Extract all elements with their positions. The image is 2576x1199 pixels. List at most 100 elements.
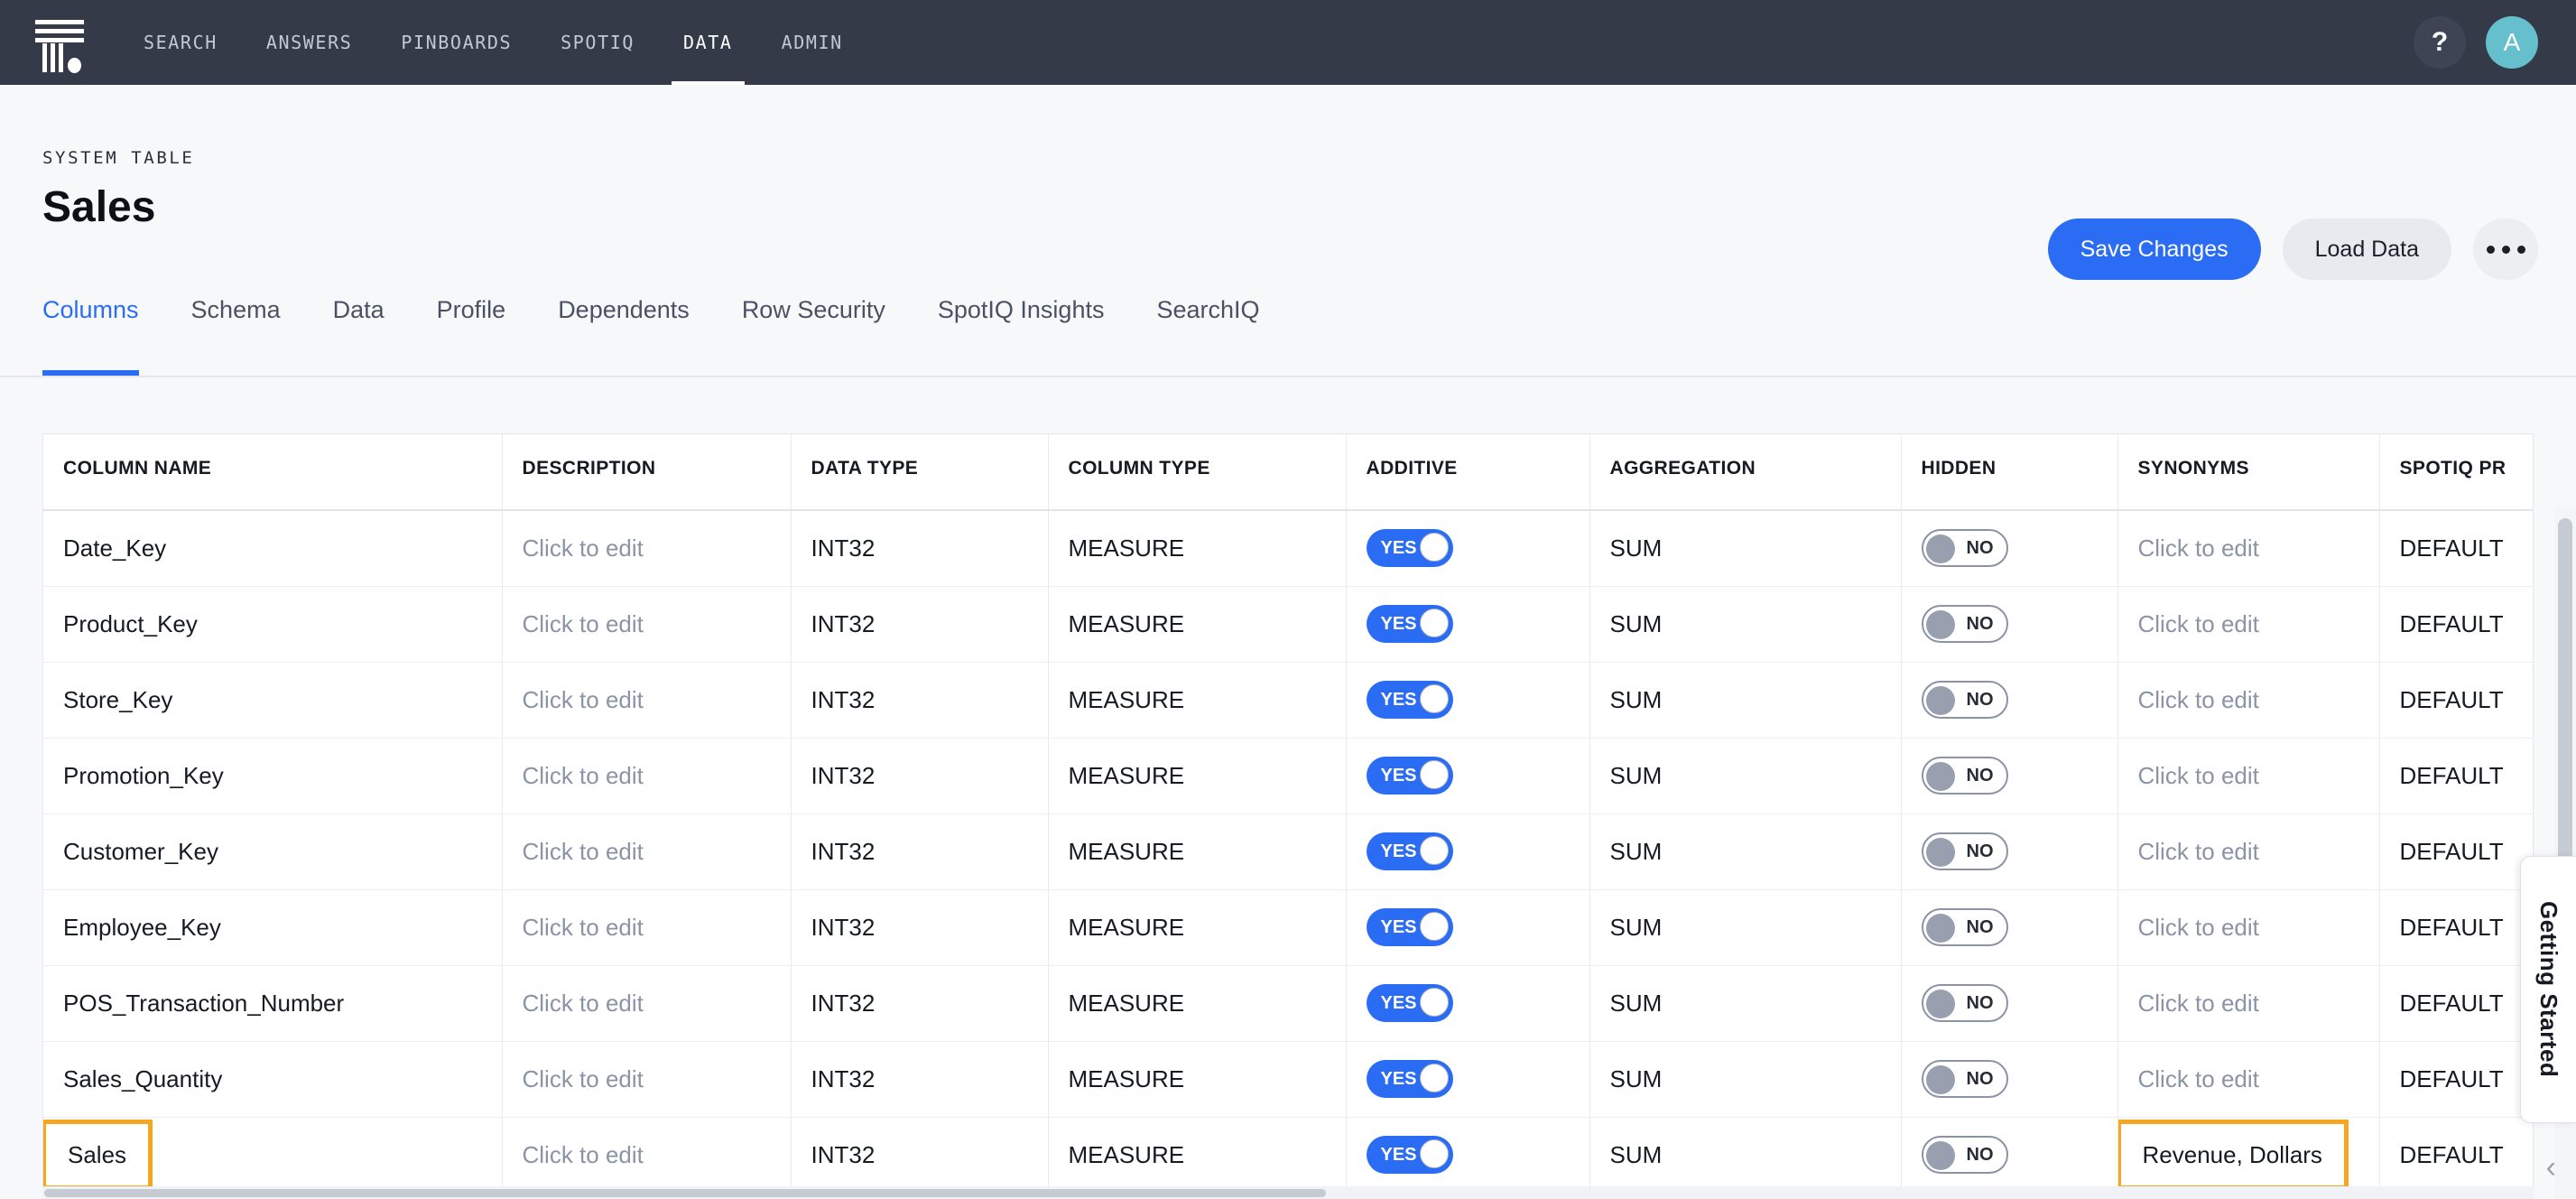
column-type-cell[interactable]: MEASURE — [1048, 965, 1347, 1042]
hidden-cell[interactable]: NO — [1901, 1041, 2118, 1118]
additive-cell[interactable]: YES — [1346, 813, 1590, 890]
hidden-cell[interactable]: NO — [1901, 889, 2118, 966]
synonyms-cell[interactable]: Click to edit — [2117, 662, 2380, 739]
synonyms-cell[interactable]: Click to edit — [2117, 510, 2380, 587]
synonyms-cell[interactable]: Click to edit — [2117, 586, 2380, 663]
column-type-cell[interactable]: MEASURE — [1048, 1117, 1347, 1194]
additive-toggle[interactable]: YES — [1366, 1136, 1453, 1174]
data-type-cell[interactable]: INT32 — [791, 813, 1049, 890]
aggregation-cell[interactable]: SUM — [1589, 813, 1902, 890]
tab-columns[interactable]: Columns — [42, 289, 164, 376]
synonyms-cell[interactable]: Click to edit — [2117, 889, 2380, 966]
description-cell[interactable]: Click to edit — [502, 586, 792, 663]
aggregation-cell[interactable]: SUM — [1589, 889, 1902, 966]
column-header-column-name[interactable]: COLUMN NAME — [43, 434, 503, 511]
additive-toggle[interactable]: YES — [1366, 757, 1453, 795]
column-name-cell[interactable]: Store_Key — [43, 662, 503, 739]
description-cell[interactable]: Click to edit — [502, 738, 792, 814]
table-row[interactable]: Sales Click to edit INT32 MEASURE YES SUM NO Re… — [43, 1117, 2533, 1194]
logo-container[interactable] — [0, 16, 119, 73]
data-type-cell[interactable]: INT32 — [791, 1041, 1049, 1118]
spotiq-preference-cell[interactable]: DEFAULT — [2379, 889, 2533, 966]
description-cell[interactable]: Click to edit — [502, 965, 792, 1042]
hidden-cell[interactable]: NO — [1901, 1117, 2118, 1194]
hidden-toggle[interactable]: NO — [1921, 832, 2008, 870]
hidden-cell[interactable]: NO — [1901, 965, 2118, 1042]
description-cell[interactable]: Click to edit — [502, 813, 792, 890]
hidden-cell[interactable]: NO — [1901, 738, 2118, 814]
synonyms-cell[interactable]: Click to edit — [2117, 813, 2380, 890]
column-type-cell[interactable]: MEASURE — [1048, 738, 1347, 814]
table-row[interactable]: Date_Key Click to edit INT32 MEASURE YES SUM N… — [43, 510, 2533, 587]
tab-row-security[interactable]: Row Security — [742, 289, 911, 376]
table-row[interactable]: Promotion_Key Click to edit INT32 MEASURE YE… — [43, 738, 2533, 814]
additive-toggle[interactable]: YES — [1366, 984, 1453, 1022]
hidden-cell[interactable]: NO — [1901, 662, 2118, 739]
column-header-spotiq-pr[interactable]: SPOTIQ PR — [2379, 434, 2533, 511]
column-type-cell[interactable]: MEASURE — [1048, 813, 1347, 890]
additive-cell[interactable]: YES — [1346, 738, 1590, 814]
description-cell[interactable]: Click to edit — [502, 1041, 792, 1118]
table-row[interactable]: Employee_Key Click to edit INT32 MEASURE YES… — [43, 889, 2533, 966]
additive-toggle[interactable]: YES — [1366, 832, 1453, 870]
description-cell[interactable]: Click to edit — [502, 510, 792, 587]
aggregation-cell[interactable]: SUM — [1589, 738, 1902, 814]
hidden-toggle[interactable]: NO — [1921, 984, 2008, 1022]
tab-searchiq[interactable]: SearchIQ — [1156, 289, 1284, 376]
save-changes-button[interactable]: Save Changes — [2047, 218, 2261, 280]
hidden-toggle[interactable]: NO — [1921, 1060, 2008, 1098]
nav-item-admin[interactable]: ADMIN — [757, 0, 867, 85]
additive-cell[interactable]: YES — [1346, 1117, 1590, 1194]
additive-toggle[interactable]: YES — [1366, 681, 1453, 719]
help-icon[interactable]: ? — [2414, 16, 2466, 69]
nav-item-spotiq[interactable]: SPOTIQ — [536, 0, 659, 85]
data-type-cell[interactable]: INT32 — [791, 510, 1049, 587]
spotiq-preference-cell[interactable]: DEFAULT — [2379, 1117, 2533, 1194]
tab-schema[interactable]: Schema — [191, 289, 306, 376]
description-cell[interactable]: Click to edit — [502, 889, 792, 966]
data-type-cell[interactable]: INT32 — [791, 738, 1049, 814]
table-row[interactable]: Sales_Quantity Click to edit INT32 MEASURE Y… — [43, 1041, 2533, 1118]
column-name-cell[interactable]: Employee_Key — [43, 889, 503, 966]
tab-profile[interactable]: Profile — [437, 289, 532, 376]
aggregation-cell[interactable]: SUM — [1589, 586, 1902, 663]
column-name-cell[interactable]: POS_Transaction_Number — [43, 965, 503, 1042]
spotiq-preference-cell[interactable]: DEFAULT — [2379, 510, 2533, 587]
nav-item-data[interactable]: DATA — [659, 0, 757, 85]
nav-item-pinboards[interactable]: PINBOARDS — [376, 0, 536, 85]
additive-cell[interactable]: YES — [1346, 889, 1590, 966]
aggregation-cell[interactable]: SUM — [1589, 1041, 1902, 1118]
data-type-cell[interactable]: INT32 — [791, 889, 1049, 966]
spotiq-preference-cell[interactable]: DEFAULT — [2379, 738, 2533, 814]
table-row[interactable]: POS_Transaction_Number Click to edit INT32… — [43, 965, 2533, 1042]
additive-cell[interactable]: YES — [1346, 510, 1590, 587]
column-name-cell[interactable]: Sales — [43, 1117, 503, 1194]
data-type-cell[interactable]: INT32 — [791, 586, 1049, 663]
tab-dependents[interactable]: Dependents — [558, 289, 715, 376]
data-type-cell[interactable]: INT32 — [791, 662, 1049, 739]
hidden-cell[interactable]: NO — [1901, 510, 2118, 587]
column-header-additive[interactable]: ADDITIVE — [1346, 434, 1590, 511]
data-type-cell[interactable]: INT32 — [791, 1117, 1049, 1194]
synonyms-cell[interactable]: Click to edit — [2117, 1041, 2380, 1118]
description-cell[interactable]: Click to edit — [502, 1117, 792, 1194]
column-name-cell[interactable]: Product_Key — [43, 586, 503, 663]
hidden-toggle[interactable]: NO — [1921, 529, 2008, 568]
hidden-toggle[interactable]: NO — [1921, 681, 2008, 719]
load-data-button[interactable]: Load Data — [2282, 218, 2451, 280]
column-type-cell[interactable]: MEASURE — [1048, 586, 1347, 663]
spotiq-preference-cell[interactable]: DEFAULT — [2379, 586, 2533, 663]
spotiq-preference-cell[interactable]: DEFAULT — [2379, 1041, 2533, 1118]
getting-started-tab[interactable]: Getting Started — [2520, 856, 2576, 1123]
column-name-cell[interactable]: Sales_Quantity — [43, 1041, 503, 1118]
spotiq-preference-cell[interactable]: DEFAULT — [2379, 965, 2533, 1042]
column-name-cell[interactable]: Promotion_Key — [43, 738, 503, 814]
additive-toggle[interactable]: YES — [1366, 605, 1453, 643]
avatar[interactable]: A — [2486, 16, 2538, 69]
chevron-left-icon[interactable]: ‹ — [2546, 1152, 2556, 1183]
hidden-cell[interactable]: NO — [1901, 813, 2118, 890]
hidden-toggle[interactable]: NO — [1921, 757, 2008, 795]
additive-cell[interactable]: YES — [1346, 662, 1590, 739]
synonyms-cell[interactable]: Click to edit — [2117, 965, 2380, 1042]
hidden-toggle[interactable]: NO — [1921, 1136, 2008, 1174]
